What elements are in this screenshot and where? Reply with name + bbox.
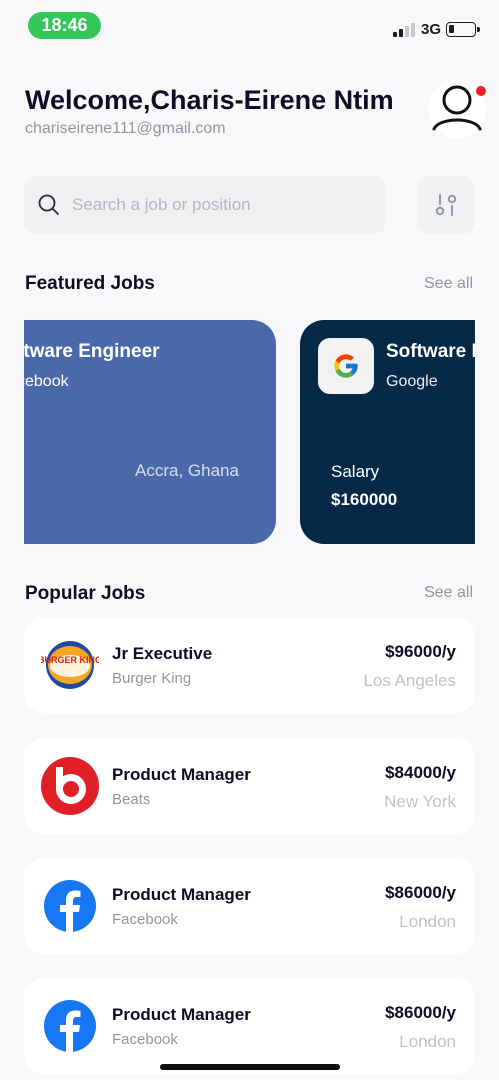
job-title: Product Manager bbox=[112, 885, 251, 904]
job-salary: $84000/y bbox=[385, 763, 456, 782]
job-title: Product Manager bbox=[112, 765, 251, 784]
beats-logo-icon bbox=[41, 757, 99, 815]
notification-dot bbox=[476, 86, 486, 96]
search-bar[interactable] bbox=[24, 176, 386, 234]
job-location: London bbox=[399, 912, 456, 931]
job-company: Google bbox=[386, 373, 438, 390]
job-title: Software E bbox=[386, 341, 475, 362]
job-salary: $86000/y bbox=[385, 1003, 456, 1022]
battery-icon bbox=[446, 22, 480, 37]
salary-value: $160000 bbox=[331, 490, 398, 509]
job-location: Accra, Ghana bbox=[135, 461, 239, 480]
job-company: cebook bbox=[24, 373, 69, 390]
job-title: Jr Executive bbox=[112, 644, 213, 663]
status-bar: 18:46 3G bbox=[0, 0, 499, 50]
search-icon bbox=[38, 194, 59, 215]
facebook-logo-icon bbox=[44, 1000, 96, 1052]
status-time[interactable]: 18:46 bbox=[28, 12, 101, 39]
featured-jobs-carousel[interactable]: ftware Engineer cebook Accra, Ghana Soft… bbox=[24, 320, 475, 544]
job-company: Facebook bbox=[112, 1031, 178, 1048]
job-title: Product Manager bbox=[112, 1005, 251, 1024]
network-type: 3G bbox=[421, 21, 442, 38]
popular-job-item[interactable]: Product Manager Facebook $86000/y London bbox=[24, 858, 475, 954]
popular-job-item[interactable]: Product Manager Beats $84000/y New York bbox=[24, 738, 475, 834]
popular-see-all-link[interactable]: See all bbox=[424, 584, 473, 602]
facebook-logo-icon bbox=[44, 880, 96, 932]
job-title: ftware Engineer bbox=[24, 341, 160, 362]
featured-job-card[interactable]: ftware Engineer cebook Accra, Ghana bbox=[24, 320, 276, 544]
featured-job-card[interactable]: Software E Google Salary $160000 bbox=[300, 320, 475, 544]
filter-button[interactable] bbox=[417, 176, 475, 234]
burger-king-logo-icon: BURGER KING bbox=[41, 641, 99, 689]
featured-jobs-heading: Featured Jobs bbox=[25, 273, 155, 294]
job-salary: $96000/y bbox=[385, 642, 456, 661]
google-logo-icon bbox=[334, 354, 358, 378]
home-indicator[interactable] bbox=[160, 1064, 340, 1070]
job-location: London bbox=[399, 1032, 456, 1051]
job-location: Los Angeles bbox=[363, 671, 456, 690]
job-salary: $86000/y bbox=[385, 883, 456, 902]
job-location: New York bbox=[384, 792, 456, 811]
job-company: Beats bbox=[112, 791, 151, 808]
popular-jobs-heading: Popular Jobs bbox=[25, 583, 146, 604]
search-input[interactable] bbox=[72, 176, 372, 234]
signal-icon bbox=[393, 23, 417, 37]
filter-icon bbox=[435, 194, 457, 216]
job-company: Burger King bbox=[112, 670, 192, 687]
popular-job-item[interactable]: BURGER KING Jr Executive Burger King $96… bbox=[24, 617, 475, 713]
user-email: chariseirene111@gmail.com bbox=[25, 120, 226, 137]
popular-job-item[interactable]: Product Manager Facebook $86000/y London bbox=[24, 978, 475, 1074]
featured-see-all-link[interactable]: See all bbox=[424, 275, 473, 293]
welcome-title: Welcome,Charis-Eirene Ntim bbox=[25, 85, 394, 115]
salary-label: Salary bbox=[331, 462, 380, 481]
job-company: Facebook bbox=[112, 911, 178, 928]
svg-text:BURGER KING: BURGER KING bbox=[41, 655, 99, 665]
company-logo bbox=[318, 338, 374, 394]
